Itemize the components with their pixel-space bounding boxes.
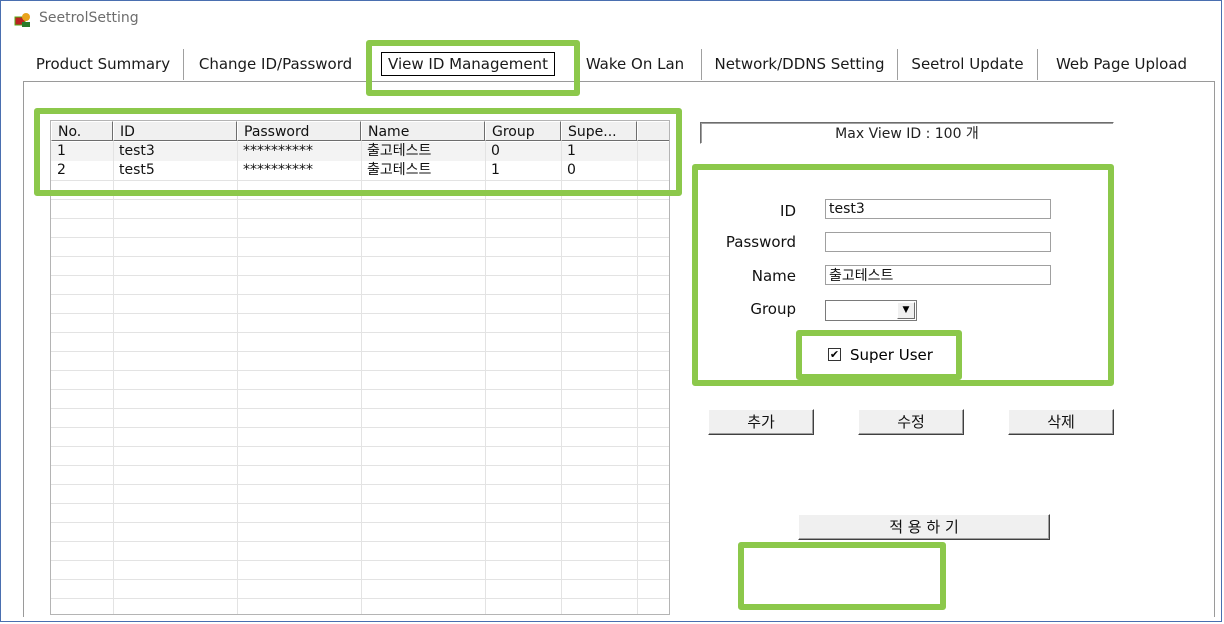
grid-line (637, 141, 638, 614)
grid-line (51, 313, 669, 314)
cell-no: 2 (57, 162, 66, 178)
column-header-group[interactable]: Group (485, 121, 561, 141)
grid-line (51, 484, 669, 485)
column-header-name[interactable]: Name (361, 121, 485, 141)
cell-no: 1 (57, 143, 66, 159)
add-button[interactable]: 추가 (708, 409, 814, 435)
chevron-down-icon[interactable]: ▼ (897, 302, 915, 319)
id-label: ID (780, 202, 796, 220)
grid-line (51, 598, 669, 599)
tab-label: Change ID/Password (198, 55, 353, 73)
grid-line (51, 446, 669, 447)
column-header-password[interactable]: Password (237, 121, 361, 141)
super-user-label: Super User (850, 346, 933, 364)
cell-name: 출고테스트 (367, 143, 432, 159)
password-field[interactable] (825, 232, 1051, 252)
tab-label: Web Page Upload (1055, 55, 1188, 73)
grid-line (51, 503, 669, 504)
grid-line (51, 237, 669, 238)
cell-group: 1 (491, 162, 500, 178)
tab-wake-on-lan[interactable]: Wake On Lan (569, 49, 701, 80)
id-field[interactable] (825, 199, 1051, 219)
grid-line (51, 199, 669, 200)
tab-seetrol-update[interactable]: Seetrol Update (897, 49, 1037, 80)
group-select[interactable]: ▼ (825, 300, 917, 321)
grid-line (51, 275, 669, 276)
tab-label: Network/DDNS Setting (714, 55, 885, 73)
grid-line (51, 351, 669, 352)
grid-line (51, 389, 669, 390)
cell-password: ********** (243, 143, 313, 159)
tab-view-id-management[interactable]: View ID Management (367, 49, 569, 80)
grid-line (51, 560, 669, 561)
grid-line (51, 579, 669, 580)
tab-label: Wake On Lan (585, 55, 685, 73)
edit-button[interactable]: 수정 (858, 409, 964, 435)
title-bar: SeetrolSetting (1, 1, 1221, 39)
tab-product-summary[interactable]: Product Summary (23, 49, 183, 80)
cell-group: 0 (491, 143, 500, 159)
apply-button[interactable]: 적 용 하 기 (798, 514, 1050, 540)
group-label: Group (750, 300, 796, 318)
grid-line (51, 427, 669, 428)
tab-strip: Product Summary Change ID/Password View … (23, 49, 1215, 82)
table-row[interactable]: 2 test5 ********** 출고테스트 1 0 (51, 161, 669, 180)
grid-line (361, 141, 362, 614)
tab-label: Seetrol Update (911, 55, 1024, 73)
cell-name: 출고테스트 (367, 162, 432, 178)
grid-line (51, 541, 669, 542)
tab-change-id-password[interactable]: Change ID/Password (183, 49, 367, 80)
name-field[interactable] (825, 265, 1051, 285)
grid-line (485, 141, 486, 614)
column-header-id[interactable]: ID (113, 121, 237, 141)
max-view-id-display: Max View ID : 100 개 (700, 122, 1114, 144)
table-row[interactable]: 1 test3 ********** 출고테스트 0 1 (51, 142, 669, 161)
tab-web-page-upload[interactable]: Web Page Upload (1037, 49, 1205, 80)
grid-line (51, 218, 669, 219)
grid-line (51, 256, 669, 257)
grid-line (51, 408, 669, 409)
app-icon (14, 13, 30, 27)
window-title: SeetrolSetting (39, 10, 139, 26)
cell-super: 0 (567, 162, 576, 178)
grid-line (237, 141, 238, 614)
cell-password: ********** (243, 162, 313, 178)
grid-line (51, 294, 669, 295)
password-label: Password (725, 233, 796, 251)
grid-line (113, 141, 114, 614)
grid-line (51, 465, 669, 466)
grid-line (561, 141, 562, 614)
grid-line (51, 180, 669, 181)
tab-network-ddns-setting[interactable]: Network/DDNS Setting (701, 49, 897, 80)
column-header-super[interactable]: Supe... (561, 121, 637, 141)
name-label: Name (751, 267, 796, 285)
column-header-no[interactable]: No. (51, 121, 113, 141)
grid-line (51, 332, 669, 333)
tab-label: View ID Management (381, 52, 555, 76)
view-id-list[interactable]: No. ID Password Name Group Supe... 1 tes… (50, 120, 670, 615)
cell-id: test5 (119, 162, 155, 178)
list-header: No. ID Password Name Group Supe... (51, 121, 669, 141)
cell-super: 1 (567, 143, 576, 159)
tab-label: Product Summary (35, 55, 171, 73)
grid-line (51, 370, 669, 371)
checkbox-check-icon[interactable]: ✔ (828, 348, 841, 361)
delete-button[interactable]: 삭제 (1008, 409, 1114, 435)
grid-line (51, 522, 669, 523)
cell-id: test3 (119, 143, 155, 159)
column-header-empty (637, 121, 669, 141)
